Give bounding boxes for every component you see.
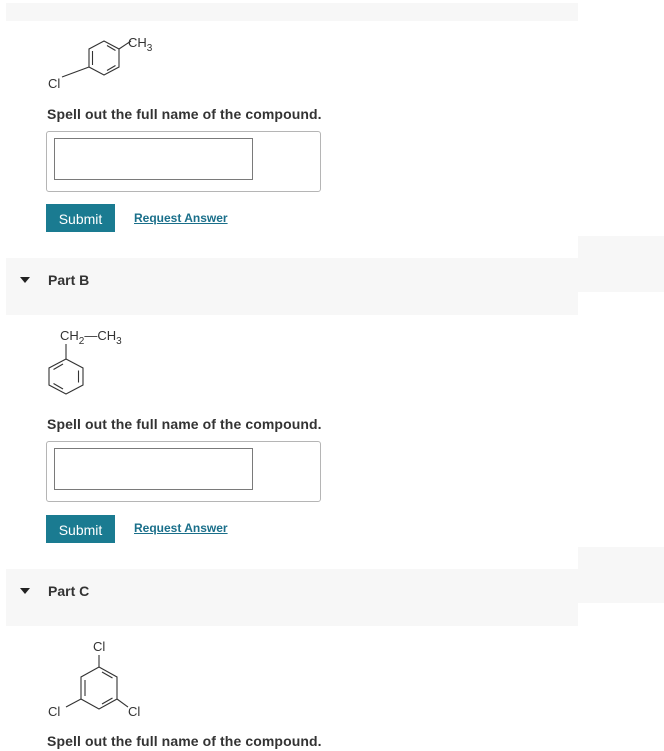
part-b-submit-button[interactable]: Submit — [46, 515, 115, 543]
part-a-molecule-4-chlorotoluene: CH3 Cl — [48, 35, 153, 91]
part-b-header[interactable]: Part B — [6, 258, 578, 315]
part-a-ch3-label: CH3 — [128, 35, 153, 54]
part-b-title: Part B — [48, 272, 90, 288]
part-a-answer-input[interactable] — [54, 138, 253, 180]
part-a-cl-label: Cl — [48, 76, 60, 91]
part-a-answer-box — [46, 131, 321, 192]
part-c-prompt: Spell out the full name of the compound. — [47, 733, 322, 749]
part-b-molecule-ethylbenzene: CH2—CH3 — [48, 328, 122, 395]
part-b-answer-box — [46, 441, 321, 502]
part-c-header-overflow — [578, 547, 664, 603]
part-c-molecule-trichlorobenzene: Cl Cl Cl — [48, 639, 140, 719]
part-b-answer-input[interactable] — [54, 448, 253, 490]
part-b-request-answer-link[interactable]: Request Answer — [134, 521, 228, 535]
part-a-submit-button[interactable]: Submit — [46, 204, 115, 232]
top-band — [6, 3, 578, 21]
part-a-prompt: Spell out the full name of the compound. — [47, 106, 322, 122]
part-b-ethyl-label: CH2—CH3 — [60, 328, 122, 347]
part-c-title: Part C — [48, 583, 90, 599]
part-c-header[interactable]: Part C — [6, 569, 578, 626]
part-b-prompt: Spell out the full name of the compound. — [47, 416, 322, 432]
part-c-cl-left-label: Cl — [48, 704, 60, 719]
part-a-request-answer-link[interactable]: Request Answer — [134, 211, 228, 225]
caret-down-icon[interactable] — [20, 277, 30, 283]
part-b-header-overflow — [578, 236, 664, 292]
part-c-cl-right-label: Cl — [128, 704, 140, 719]
caret-down-icon[interactable] — [20, 588, 30, 594]
part-c-cl-top-label: Cl — [93, 639, 105, 654]
